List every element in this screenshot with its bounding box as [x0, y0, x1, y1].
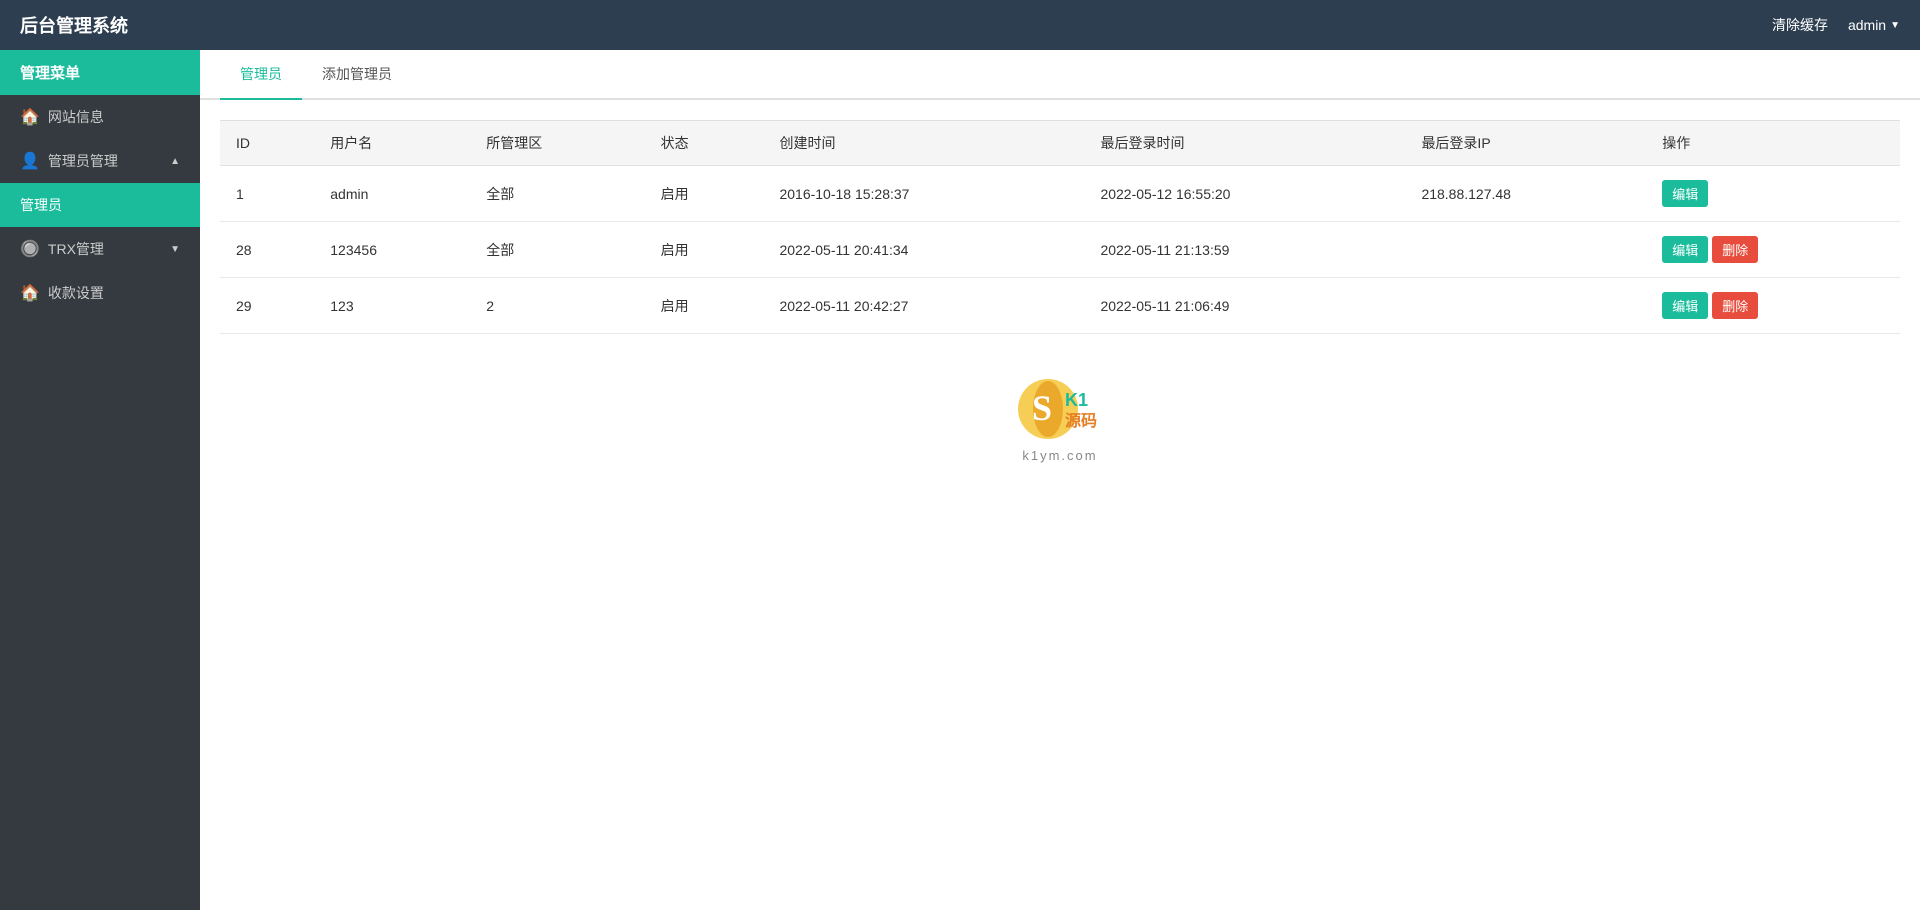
- sidebar-item-label: 网站信息: [48, 107, 104, 127]
- sidebar-item-admin-manage[interactable]: 👤 管理员管理 ▲: [0, 139, 200, 183]
- cell-1: 123456: [314, 222, 470, 278]
- edit-button[interactable]: 编辑: [1662, 292, 1708, 319]
- col-actions: 操作: [1646, 121, 1900, 166]
- admin-table: ID 用户名 所管理区 状态 创建时间 最后登录时间 最后登录IP 操作 1ad…: [220, 120, 1900, 334]
- cell-2: 全部: [470, 166, 644, 222]
- sidebar-item-label: 收款设置: [48, 283, 104, 303]
- cell-6: 218.88.127.48: [1405, 166, 1646, 222]
- tab-add-admin[interactable]: 添加管理员: [302, 50, 412, 100]
- sidebar-menu-title: 管理菜单: [0, 50, 200, 95]
- cell-4: 2022-05-11 20:42:27: [763, 278, 1084, 334]
- cell-0: 29: [220, 278, 314, 334]
- sidebar-submenu-admin: 管理员: [0, 183, 200, 227]
- tab-bar: 管理员 添加管理员: [200, 50, 1920, 100]
- cell-4: 2022-05-11 20:41:34: [763, 222, 1084, 278]
- watermark-logo: S K1 源码: [1010, 374, 1110, 444]
- cell-6: [1405, 278, 1646, 334]
- col-last-ip: 最后登录IP: [1405, 121, 1646, 166]
- clear-cache-button[interactable]: 清除缓存: [1772, 15, 1828, 35]
- watermark: S K1 源码 k1ym.com: [220, 334, 1900, 483]
- col-region: 所管理区: [470, 121, 644, 166]
- sidebar: 管理菜单 🏠 网站信息 👤 管理员管理 ▲ 管理员 🔘 TRX管理 ▼: [0, 50, 200, 910]
- col-status: 状态: [645, 121, 764, 166]
- cell-3: 启用: [645, 166, 764, 222]
- table-header-row: ID 用户名 所管理区 状态 创建时间 最后登录时间 最后登录IP 操作: [220, 121, 1900, 166]
- svg-text:S: S: [1032, 388, 1052, 428]
- sidebar-item-website-info[interactable]: 🏠 网站信息: [0, 95, 200, 139]
- cell-6: [1405, 222, 1646, 278]
- cell-5: 2022-05-11 21:13:59: [1084, 222, 1405, 278]
- user-icon: 👤: [20, 151, 40, 171]
- sidebar-item-trx-manage[interactable]: 🔘 TRX管理 ▼: [0, 227, 200, 271]
- home-icon: 🏠: [20, 107, 40, 127]
- col-last-login: 最后登录时间: [1084, 121, 1405, 166]
- cell-actions: 编辑删除: [1646, 278, 1900, 334]
- cell-3: 启用: [645, 278, 764, 334]
- edit-button[interactable]: 编辑: [1662, 236, 1708, 263]
- cell-1: admin: [314, 166, 470, 222]
- col-id: ID: [220, 121, 314, 166]
- header: 后台管理系统 清除缓存 admin: [0, 0, 1920, 50]
- col-created: 创建时间: [763, 121, 1084, 166]
- sidebar-item-label: 管理员: [20, 195, 62, 215]
- svg-text:源码: 源码: [1065, 411, 1097, 430]
- edit-button[interactable]: 编辑: [1662, 180, 1708, 207]
- main-content: 管理员 添加管理员 ID 用户名 所管理区 状态 创建时间 最后登录时间 最后登…: [200, 50, 1920, 910]
- table-container: ID 用户名 所管理区 状态 创建时间 最后登录时间 最后登录IP 操作 1ad…: [200, 100, 1920, 910]
- admin-menu[interactable]: admin: [1848, 17, 1900, 33]
- cell-0: 28: [220, 222, 314, 278]
- cell-5: 2022-05-12 16:55:20: [1084, 166, 1405, 222]
- delete-button[interactable]: 删除: [1712, 236, 1758, 263]
- cell-actions: 编辑: [1646, 166, 1900, 222]
- cell-5: 2022-05-11 21:06:49: [1084, 278, 1405, 334]
- cell-1: 123: [314, 278, 470, 334]
- delete-button[interactable]: 删除: [1712, 292, 1758, 319]
- layout: 管理菜单 🏠 网站信息 👤 管理员管理 ▲ 管理员 🔘 TRX管理 ▼: [0, 50, 1920, 910]
- app-title: 后台管理系统: [20, 12, 128, 38]
- col-username: 用户名: [314, 121, 470, 166]
- cell-3: 启用: [645, 222, 764, 278]
- sidebar-item-label: TRX管理: [48, 239, 104, 259]
- header-right: 清除缓存 admin: [1772, 15, 1900, 35]
- sidebar-item-payment-settings[interactable]: 🏠 收款设置: [0, 271, 200, 315]
- sidebar-item-label: 管理员管理: [48, 151, 118, 171]
- watermark-url: k1ym.com: [1022, 448, 1097, 463]
- cell-4: 2016-10-18 15:28:37: [763, 166, 1084, 222]
- table-row: 1admin全部启用2016-10-18 15:28:372022-05-12 …: [220, 166, 1900, 222]
- trx-icon: 🔘: [20, 239, 40, 259]
- table-row: 28123456全部启用2022-05-11 20:41:342022-05-1…: [220, 222, 1900, 278]
- cell-0: 1: [220, 166, 314, 222]
- payment-icon: 🏠: [20, 283, 40, 303]
- tab-admin-list[interactable]: 管理员: [220, 50, 302, 100]
- cell-actions: 编辑删除: [1646, 222, 1900, 278]
- chevron-up-icon: ▲: [170, 156, 180, 167]
- svg-text:K1: K1: [1065, 390, 1088, 410]
- cell-2: 全部: [470, 222, 644, 278]
- sidebar-item-admin[interactable]: 管理员: [0, 183, 200, 227]
- cell-2: 2: [470, 278, 644, 334]
- table-row: 291232启用2022-05-11 20:42:272022-05-11 21…: [220, 278, 1900, 334]
- chevron-down-icon: ▼: [170, 244, 180, 255]
